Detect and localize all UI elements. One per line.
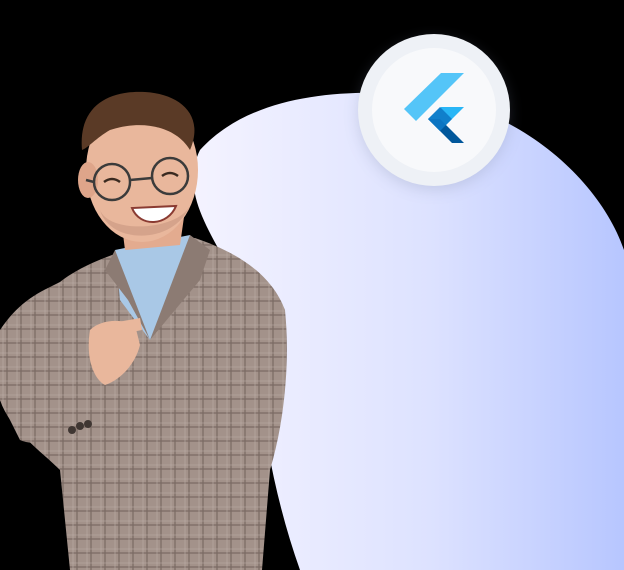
- flutter-logo-icon: [404, 73, 464, 143]
- logo-badge-inner: [372, 48, 496, 172]
- hero-illustration: [0, 0, 624, 570]
- logo-badge: [358, 34, 510, 186]
- smiling-man-pointing-image: [0, 91, 287, 570]
